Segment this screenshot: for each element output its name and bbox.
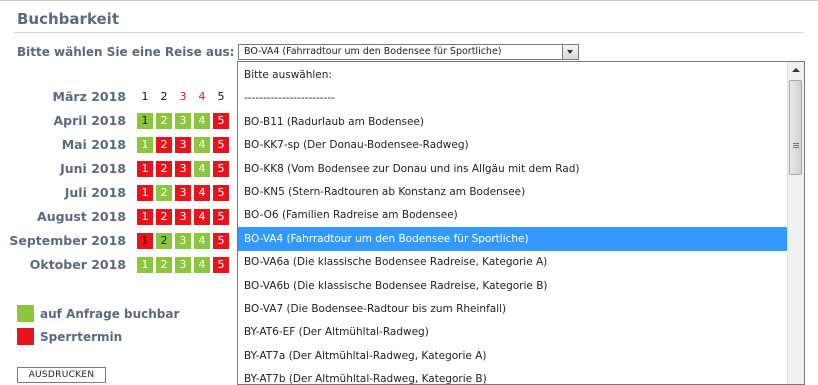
dropdown-option[interactable]: BO-KN5 (Stern-Radtouren ab Konstanz am B… bbox=[238, 180, 788, 204]
calendar-day-cell: 3 bbox=[175, 113, 191, 129]
calendar-day-cell: 1 bbox=[137, 161, 153, 177]
calendar-day-cell: 2 bbox=[160, 90, 168, 103]
calendar-day-cell: 1 bbox=[137, 209, 153, 225]
calendar-day-cell: 5 bbox=[213, 233, 229, 249]
calendar-day-cell: 1 bbox=[137, 185, 153, 201]
calendar-day-cell: 2 bbox=[156, 161, 172, 177]
calendar-day-cell: 1 bbox=[137, 257, 153, 273]
dropdown-option[interactable]: BY-AT7b (Der Altmühltal-Radweg, Kategori… bbox=[238, 367, 788, 384]
dropdown-option[interactable]: BY-AT6-EF (Der Altmühltal-Radweg) bbox=[238, 320, 788, 344]
month-label: April 2018 bbox=[53, 113, 127, 128]
calendar-day-cell: 2 bbox=[156, 233, 172, 249]
calendar-day-cell: 3 bbox=[175, 233, 191, 249]
calendar-day-cell: 3 bbox=[175, 137, 191, 153]
month-label: September 2018 bbox=[9, 233, 126, 248]
calendar-day-cell: 5 bbox=[213, 161, 229, 177]
trip-select-value: BO-VA4 (Fahrradtour um den Bodensee für … bbox=[244, 46, 502, 57]
scrollbar-thumb[interactable] bbox=[789, 80, 802, 175]
calendar-day-cell: 5 bbox=[213, 209, 229, 225]
calendar-day-cell: 4 bbox=[198, 90, 206, 103]
calendar-day-cell: 5 bbox=[217, 90, 225, 103]
dropdown-scrollbar[interactable] bbox=[787, 62, 804, 384]
dropdown-option[interactable]: BY-AT7a (Der Altmühltal-Radweg, Kategori… bbox=[238, 344, 788, 368]
calendar-day-cell: 2 bbox=[156, 209, 172, 225]
calendar-day-cell: 4 bbox=[194, 257, 210, 273]
dropdown-option[interactable]: BO-B11 (Radurlaub am Bodensee) bbox=[238, 110, 788, 134]
trip-dropdown-list[interactable]: BY-AT7b (Der Altmühltal-Radweg, Kategori… bbox=[237, 61, 805, 385]
calendar-day-cell: 4 bbox=[194, 209, 210, 225]
calendar-day-cell: 5 bbox=[213, 185, 229, 201]
grip-icon bbox=[793, 143, 799, 144]
dropdown-option[interactable]: Bitte auswählen: bbox=[238, 63, 788, 87]
page-title: Buchbarkeit bbox=[17, 10, 119, 28]
title-divider bbox=[14, 32, 804, 33]
calendar-day-cell: 2 bbox=[156, 113, 172, 129]
calendar-day-cell: 1 bbox=[137, 113, 153, 129]
calendar-day-cell: 4 bbox=[194, 113, 210, 129]
calendar-day-cell: 5 bbox=[213, 257, 229, 273]
dropdown-option[interactable]: BO-O6 (Familien Radreise am Bodensee) bbox=[238, 203, 788, 227]
chevron-down-icon[interactable] bbox=[562, 45, 578, 59]
calendar-day-cell: 2 bbox=[156, 257, 172, 273]
month-label: Juni 2018 bbox=[60, 161, 126, 176]
month-label: August 2018 bbox=[37, 209, 126, 224]
calendar-day-cell: 4 bbox=[194, 137, 210, 153]
print-button[interactable]: AUSDRUCKEN bbox=[17, 367, 106, 383]
calendar-day-cell: 4 bbox=[194, 233, 210, 249]
calendar-day-cell: 4 bbox=[194, 161, 210, 177]
calendar-day-cell: 3 bbox=[175, 161, 191, 177]
month-label: Oktober 2018 bbox=[29, 257, 126, 272]
legend-swatch-available bbox=[17, 305, 34, 322]
calendar-day-cell: 2 bbox=[156, 185, 172, 201]
dropdown-option[interactable]: ------------------------ bbox=[238, 86, 788, 110]
calendar-day-cell: 5 bbox=[213, 137, 229, 153]
calendar-day-cell: 3 bbox=[175, 185, 191, 201]
dropdown-option-selected[interactable]: BO-VA4 (Fahrradtour um den Bodensee für … bbox=[238, 226, 788, 251]
calendar-day-cell: 1 bbox=[137, 137, 153, 153]
month-label: Mai 2018 bbox=[61, 137, 126, 152]
calendar-day-cell: 4 bbox=[194, 185, 210, 201]
trip-select-label: Bitte wählen Sie eine Reise aus: bbox=[17, 45, 235, 59]
top-border bbox=[0, 0, 818, 1]
calendar-day-cell: 3 bbox=[179, 90, 187, 103]
calendar-day-cell: 1 bbox=[137, 233, 153, 249]
dropdown-option[interactable]: BO-KK8 (Vom Bodensee zur Donau und ins A… bbox=[238, 157, 788, 181]
trip-select[interactable]: BO-VA4 (Fahrradtour um den Bodensee für … bbox=[238, 44, 579, 60]
month-label: Juli 2018 bbox=[64, 185, 126, 200]
dropdown-option[interactable]: BO-VA7 (Die Bodensee-Radtour bis zum Rhe… bbox=[238, 297, 788, 321]
legend-label-blocked: Sperrtermin bbox=[40, 330, 123, 344]
dropdown-option[interactable]: BO-VA6a (Die klassische Bodensee Radreis… bbox=[238, 250, 788, 274]
dropdown-option[interactable]: BO-KK7-sp (Der Donau-Bodensee-Radweg) bbox=[238, 133, 788, 157]
calendar-day-cell: 2 bbox=[156, 137, 172, 153]
legend-label-available: auf Anfrage buchbar bbox=[40, 307, 180, 321]
calendar-day-cell: 5 bbox=[213, 113, 229, 129]
calendar-day-cell: 3 bbox=[175, 257, 191, 273]
scroll-up-arrow-icon[interactable] bbox=[788, 62, 804, 78]
dropdown-option[interactable]: BO-VA6b (Die klassische Bodensee Radreis… bbox=[238, 274, 788, 298]
calendar-day-cell: 1 bbox=[141, 90, 149, 103]
legend-swatch-blocked bbox=[17, 328, 34, 345]
calendar-day-cell: 3 bbox=[175, 209, 191, 225]
month-label: März 2018 bbox=[52, 89, 126, 104]
